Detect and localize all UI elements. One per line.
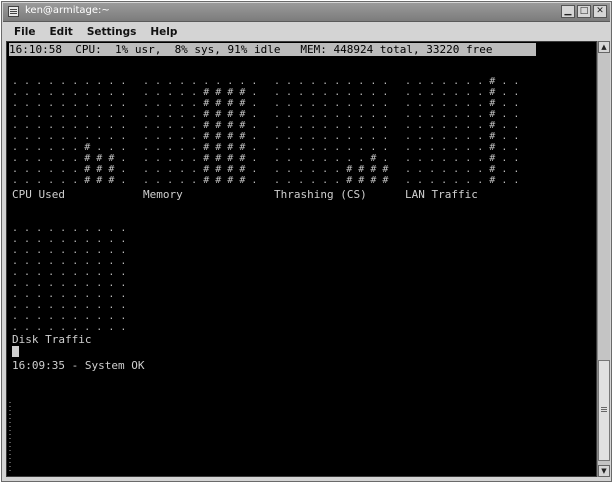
graph-disk-traffic: . . . . . . . . . . . . . . . . . . . . … [12,223,127,333]
system-status-line: 16:10:58 CPU: 1% usr, 8% sys, 91% idle M… [9,43,536,56]
graph-cpu-used: . . . . . . . . . . . . . . . . . . . . … [12,76,127,186]
scroll-down-arrow-icon[interactable]: ▼ [598,465,610,477]
graph-label-memory: Memory [143,188,183,201]
graph-label-lan-traffic: LAN Traffic [405,188,478,201]
terminal-area[interactable]: 16:10:58 CPU: 1% usr, 8% sys, 91% idle M… [6,41,597,477]
menu-settings[interactable]: Settings [87,26,137,38]
graph-label-thrashing: Thrashing (CS) [274,188,367,201]
vertical-scrollbar[interactable]: ▲ ▼ [597,41,610,477]
menu-file[interactable]: File [14,26,36,38]
menu-edit[interactable]: Edit [50,26,73,38]
scroll-up-arrow-icon[interactable]: ▲ [598,41,610,53]
menu-help[interactable]: Help [150,26,177,38]
text-cursor [12,346,19,357]
window-title: ken@armitage:~ [25,5,110,16]
menu-bar: File Edit Settings Help [4,23,609,41]
margin-marks [9,402,11,472]
grip-icon [601,407,607,408]
scrollbar-thumb[interactable] [598,360,610,461]
window-menu-icon[interactable] [8,6,19,17]
log-line: 16:09:35 - System OK [12,359,145,372]
minimize-button[interactable]: ▁ [561,5,575,18]
graph-memory: . . . . . . . . . . . . . . . # # # # . … [143,76,258,186]
graph-label-cpu-used: CPU Used [12,188,65,201]
title-bar[interactable]: ken@armitage:~ ▁ □ ✕ [3,3,610,22]
maximize-button[interactable]: □ [577,5,591,18]
graph-lan-traffic: . . . . . . . # . . . . . . . . . # . . … [405,76,520,186]
graph-thrashing: . . . . . . . . . . . . . . . . . . . . … [274,76,389,186]
graph-label-disk-traffic: Disk Traffic [12,333,92,346]
close-button[interactable]: ✕ [593,5,607,18]
